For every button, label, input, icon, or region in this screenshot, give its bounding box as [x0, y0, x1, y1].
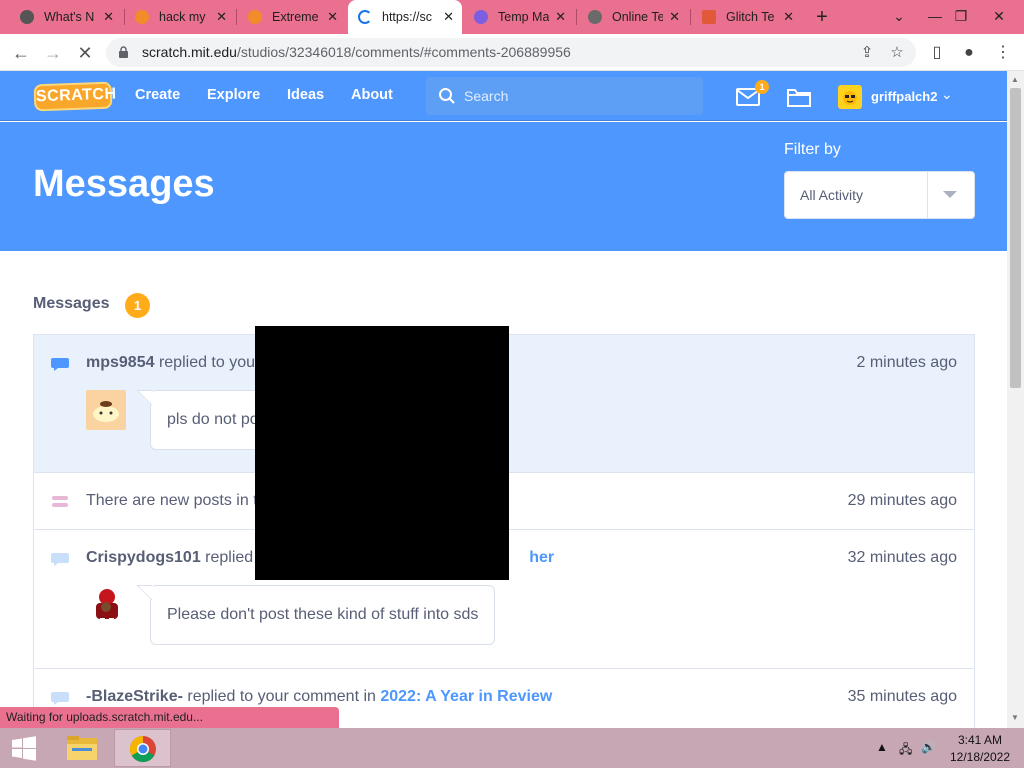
close-tab-icon[interactable]: ✕: [555, 9, 566, 25]
comment-icon: [51, 358, 69, 371]
chevron-down-icon[interactable]: ⌄: [941, 86, 953, 103]
message-timestamp: 35 minutes ago: [847, 688, 957, 705]
forward-button[interactable]: →: [40, 40, 66, 66]
file-explorer-icon[interactable]: [58, 730, 106, 766]
browser-tab-active[interactable]: https://sc ✕: [348, 0, 462, 34]
message-timestamp: 29 minutes ago: [847, 492, 957, 509]
message-username[interactable]: -BlazeStrike-: [86, 688, 183, 705]
comment-bubble: Please don't post these kind of stuff in…: [150, 585, 495, 645]
show-hidden-icons-icon[interactable]: ▲: [876, 740, 888, 754]
share-icon[interactable]: ⇪: [856, 42, 878, 64]
nav-explore-link[interactable]: Explore: [207, 87, 260, 103]
tab-search-icon[interactable]: ⌄: [886, 4, 912, 28]
browser-toolbar: ← → ✕ scratch.mit.edu/studios/32346018/c…: [0, 34, 1024, 71]
browser-status-text: Waiting for uploads.scratch.mit.edu...: [0, 707, 339, 728]
back-button[interactable]: ←: [8, 40, 34, 66]
my-stuff-folder-icon[interactable]: [786, 86, 812, 108]
browser-tab[interactable]: Extreme ✕: [238, 0, 346, 34]
url-path: /studios/32346018/comments/#comments-206…: [236, 44, 571, 60]
clock-date[interactable]: 12/18/2022: [948, 750, 1012, 764]
scratch-navbar: SCRATCH Create Explore Ideas About 1: [0, 71, 1007, 121]
bookmark-star-icon[interactable]: ☆: [886, 42, 908, 64]
scroll-down-arrow-icon[interactable]: ▼: [1011, 713, 1019, 722]
page-title: Messages: [33, 163, 215, 205]
filter-selected-value: All Activity: [800, 187, 864, 203]
message-text: There are new posts in t: [86, 492, 258, 509]
profile-icon[interactable]: ●: [956, 40, 982, 66]
globe-icon: [588, 10, 602, 24]
redaction-box: [255, 326, 509, 580]
sun-face-icon: [843, 91, 857, 105]
lock-icon: [119, 46, 128, 58]
browser-tab[interactable]: Online Te ✕: [578, 0, 688, 34]
messages-banner: Messages Filter by All Activity: [0, 122, 1007, 251]
message-timestamp: 32 minutes ago: [847, 549, 957, 566]
stop-loading-button[interactable]: ✕: [72, 40, 98, 66]
mail-count-badge: 1: [755, 80, 769, 94]
chrome-taskbar-button[interactable]: [114, 729, 171, 767]
browser-tab[interactable]: hack my ✕: [125, 0, 235, 34]
replit-icon: [135, 10, 149, 24]
username-label[interactable]: griffpalch2: [871, 89, 937, 104]
menu-kebab-icon[interactable]: ⋮: [990, 40, 1016, 66]
message-timestamp: 2 minutes ago: [856, 354, 957, 371]
commenter-avatar[interactable]: [86, 390, 126, 430]
dropdown-caret-icon: [943, 191, 957, 198]
minimize-button[interactable]: —: [922, 4, 948, 28]
nav-ideas-link[interactable]: Ideas: [287, 87, 324, 103]
messages-section-heading: Messages: [33, 295, 110, 312]
message-text: -BlazeStrike- replied to your comment in…: [86, 688, 553, 705]
message-username[interactable]: Crispydogs101: [86, 549, 201, 566]
temp-mail-icon: [474, 10, 488, 24]
browser-tab[interactable]: What's N ✕: [10, 0, 122, 34]
scrollbar-thumb[interactable]: [1010, 88, 1021, 388]
loading-spinner-icon: [358, 10, 372, 24]
chrome-icon: [129, 735, 156, 763]
url-text: scratch.mit.edu/studios/32346018/comment…: [142, 44, 571, 60]
message-username[interactable]: mps9854: [86, 354, 155, 371]
filter-select[interactable]: All Activity: [784, 171, 975, 219]
github-icon: [20, 10, 34, 24]
studio-link[interactable]: 2022: A Year in Review: [380, 688, 552, 705]
close-tab-icon[interactable]: ✕: [783, 9, 794, 25]
commenter-avatar[interactable]: [86, 585, 126, 625]
side-panel-icon[interactable]: ▯: [924, 40, 950, 66]
close-tab-icon[interactable]: ✕: [327, 9, 338, 25]
search-box[interactable]: [426, 77, 703, 115]
glitch-icon: [702, 10, 716, 24]
url-host: scratch.mit.edu: [142, 44, 237, 60]
browser-tab[interactable]: Glitch Te ✕: [692, 0, 802, 34]
close-tab-icon[interactable]: ✕: [103, 9, 114, 25]
search-icon: [439, 88, 455, 104]
message-text: mps9854 replied to you: [86, 354, 256, 371]
windows-start-icon[interactable]: [0, 728, 48, 768]
close-tab-icon[interactable]: ✕: [669, 9, 680, 25]
scroll-up-arrow-icon[interactable]: ▲: [1011, 75, 1019, 84]
comment-icon: [51, 692, 69, 705]
clock-time[interactable]: 3:41 AM: [948, 733, 1012, 747]
nav-create-link[interactable]: Create: [135, 87, 180, 103]
network-icon[interactable]: 🖧: [899, 740, 912, 761]
volume-icon[interactable]: 🔊: [921, 740, 936, 754]
address-bar[interactable]: scratch.mit.edu/studios/32346018/comment…: [106, 38, 916, 67]
filter-label: Filter by: [784, 141, 841, 158]
search-input[interactable]: [464, 85, 684, 107]
replit-icon: [248, 10, 262, 24]
comment-icon: [51, 553, 69, 566]
new-tab-button[interactable]: +: [812, 5, 832, 29]
vertical-scrollbar[interactable]: ▲ ▼: [1007, 71, 1024, 728]
forum-posts-icon: [52, 496, 68, 507]
browser-tab[interactable]: Temp Ma ✕: [464, 0, 574, 34]
studio-link[interactable]: her: [529, 549, 554, 566]
scratch-logo[interactable]: SCRATCH: [33, 81, 117, 112]
close-window-button[interactable]: ✕: [986, 4, 1012, 28]
nav-about-link[interactable]: About: [351, 87, 393, 103]
messages-count-badge: 1: [125, 293, 150, 318]
restore-button[interactable]: ❐: [948, 4, 974, 28]
close-tab-icon[interactable]: ✕: [443, 9, 454, 25]
browser-tab-strip: What's N ✕ hack my ✕ Extreme ✕ https://s…: [0, 0, 1024, 34]
close-tab-icon[interactable]: ✕: [216, 9, 227, 25]
windows-taskbar: ▲ 🖧 🔊 3:41 AM 12/18/2022: [0, 728, 1024, 768]
user-avatar[interactable]: [838, 85, 862, 109]
